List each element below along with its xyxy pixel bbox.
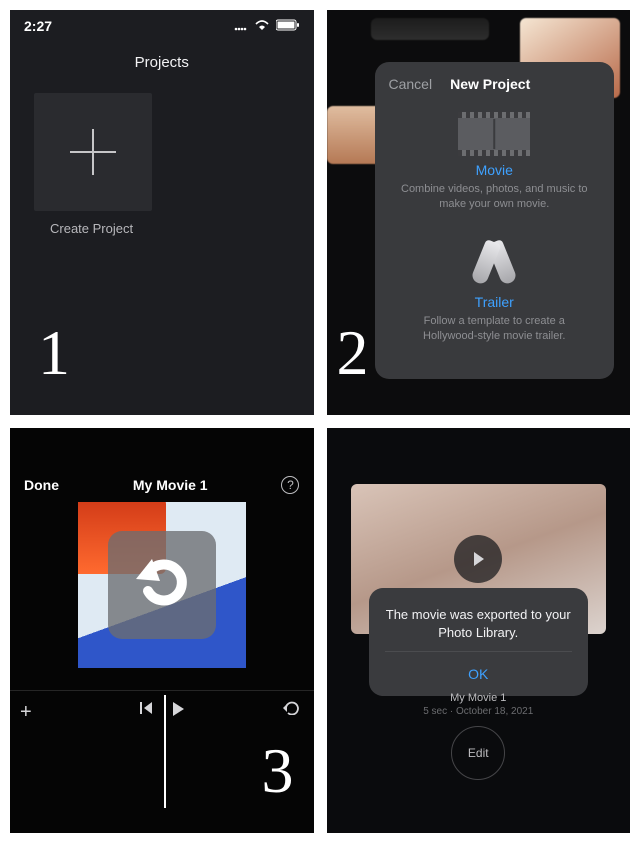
step-number: 1 <box>38 321 70 385</box>
create-project-label: Create Project <box>50 221 314 236</box>
option-movie-desc: Combine videos, photos, and music to mak… <box>393 182 597 212</box>
playhead[interactable] <box>164 695 166 808</box>
video-preview[interactable] <box>78 502 246 668</box>
filmstrip-icon <box>458 112 530 156</box>
option-trailer-desc: Follow a template to create a Hollywood-… <box>393 314 597 344</box>
movie-meta: 5 sec · October 18, 2021 <box>327 706 631 717</box>
wifi-icon <box>254 18 270 34</box>
option-trailer-title: Trailer <box>393 294 597 310</box>
edit-label: Edit <box>468 746 489 760</box>
option-movie[interactable]: Movie Combine videos, photos, and music … <box>375 100 615 226</box>
undo-icon[interactable] <box>282 701 300 720</box>
cellular-icon <box>234 18 248 34</box>
sheet-title: New Project <box>450 76 600 92</box>
panel-editor: Done My Movie 1 ? + <box>10 428 314 833</box>
cancel-button[interactable]: Cancel <box>389 76 433 92</box>
add-media-button[interactable]: + <box>20 701 32 724</box>
new-project-sheet: Cancel New Project Movie Combine videos,… <box>375 62 615 379</box>
play-icon <box>469 550 487 568</box>
spotlight-icon <box>464 240 524 288</box>
export-message: The movie was exported to your Photo Lib… <box>385 606 573 641</box>
ok-button[interactable]: OK <box>385 651 573 696</box>
rotate-icon <box>130 551 194 620</box>
movie-info: My Movie 1 5 sec · October 18, 2021 <box>327 692 631 717</box>
timeline[interactable]: + <box>10 690 314 738</box>
step-number: 3 <box>262 739 294 803</box>
help-icon[interactable]: ? <box>281 476 299 494</box>
edit-button[interactable]: Edit <box>451 726 505 780</box>
export-dialog: The movie was exported to your Photo Lib… <box>369 588 589 696</box>
status-time: 2:27 <box>24 18 52 34</box>
status-right <box>234 18 300 34</box>
battery-icon <box>276 18 300 34</box>
create-project-tile[interactable] <box>34 93 152 211</box>
panel-export: The movie was exported to your Photo Lib… <box>327 428 631 833</box>
editor-title: My Movie 1 <box>133 477 208 493</box>
panel-new-project: Cancel New Project Movie Combine videos,… <box>327 10 631 415</box>
step-number: 2 <box>337 321 369 385</box>
done-button[interactable]: Done <box>24 477 59 493</box>
panel-projects: 2:27 Projects Create Project 1 <box>10 10 314 415</box>
option-trailer[interactable]: Trailer Follow a template to create a Ho… <box>375 226 615 358</box>
option-movie-title: Movie <box>393 162 597 178</box>
play-button[interactable] <box>454 535 502 583</box>
previous-icon[interactable] <box>140 701 154 718</box>
rotate-overlay <box>108 531 216 639</box>
status-bar: 2:27 <box>10 10 314 34</box>
play-icon[interactable] <box>170 701 186 722</box>
movie-name: My Movie 1 <box>327 692 631 704</box>
plus-icon <box>70 129 116 175</box>
page-title: Projects <box>10 54 314 71</box>
